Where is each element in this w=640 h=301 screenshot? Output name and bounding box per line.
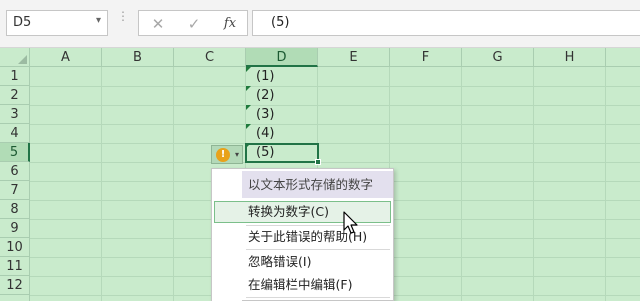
warning-icon: ! [216,148,230,162]
grid-line [30,105,640,106]
row-header-3[interactable]: 3 [0,105,30,124]
formula-bar: D5 ▾ ⋮ ✕ ✓ fx (5) [0,0,640,48]
menu-separator [246,249,390,250]
name-box[interactable]: D5 ▾ [6,10,108,36]
grid-line [30,124,640,125]
pointer-cursor-icon [343,211,358,234]
select-all-corner[interactable] [0,48,30,67]
column-header-f[interactable]: F [390,48,462,67]
row-header-6[interactable]: 6 [0,162,30,181]
row-header-13[interactable] [0,295,30,301]
row-header-11[interactable]: 11 [0,257,30,276]
error-indicator-icon [246,124,251,129]
menu-item-ignore-error[interactable]: 忽略错误(I) [214,251,391,273]
error-indicator-icon [246,67,251,72]
menu-item-edit-in-formula-bar[interactable]: 在编辑栏中编辑(F) [214,274,391,296]
close-icon[interactable]: ✕ [147,14,169,34]
error-indicator-icon [246,105,251,110]
column-header-c[interactable]: C [174,48,246,67]
menu-item-help-on-error[interactable]: 关于此错误的帮助(H) [214,226,391,248]
cell-value: (3) [256,107,275,122]
error-indicator-icon [246,86,251,91]
name-box-value: D5 [13,15,32,30]
grid-line [30,143,640,144]
active-cell-border [245,143,319,163]
fill-handle[interactable] [315,159,321,165]
cell-d2[interactable]: (2) [246,86,318,105]
grid-line [533,67,534,301]
grid-line [173,67,174,301]
grid-line [461,67,462,301]
grid-line [605,67,606,301]
cell-value: (4) [256,126,275,141]
function-icon[interactable]: fx [219,14,241,34]
column-header-d[interactable]: D [246,48,318,67]
formula-value: (5) [271,15,290,30]
formula-input[interactable]: (5) [252,10,640,36]
row-header-10[interactable]: 10 [0,238,30,257]
error-smart-tag-button[interactable]: ! ▾ [211,145,243,164]
cell-value: (2) [256,88,275,103]
cell-d4[interactable]: (4) [246,124,318,143]
column-header-a[interactable]: A [30,48,102,67]
column-header-i[interactable] [606,48,640,67]
drag-handle-icon[interactable]: ⋮ [117,10,129,33]
cell-d1[interactable]: (1) [246,67,318,86]
chevron-down-icon[interactable]: ▾ [96,15,101,26]
row-header-5[interactable]: 5 [0,143,30,162]
row-header-7[interactable]: 7 [0,181,30,200]
row-header-8[interactable]: 8 [0,200,30,219]
menu-item-convert-to-number[interactable]: 转换为数字(C) [214,201,391,223]
row-header-1[interactable]: 1 [0,67,30,86]
row-header-9[interactable]: 9 [0,219,30,238]
row-header-4[interactable]: 4 [0,124,30,143]
formula-buttons: ✕ ✓ fx [138,10,248,36]
chevron-down-icon: ▾ [234,150,239,159]
menu-separator [246,297,390,298]
select-all-icon [18,55,27,64]
column-header-h[interactable]: H [534,48,606,67]
column-header-g[interactable]: G [462,48,534,67]
menu-header: 以文本形式存储的数字 [242,171,393,198]
cell-d3[interactable]: (3) [246,105,318,124]
row-header-2[interactable]: 2 [0,86,30,105]
grid-line [30,162,640,163]
error-options-menu: 以文本形式存储的数字 转换为数字(C) 关于此错误的帮助(H) 忽略错误(I) … [211,168,394,301]
row-header-12[interactable]: 12 [0,276,30,295]
check-icon[interactable]: ✓ [183,14,205,34]
grid-line [101,67,102,301]
column-header-b[interactable]: B [102,48,174,67]
cell-value: (1) [256,69,275,84]
column-header-e[interactable]: E [318,48,390,67]
grid-line [30,86,640,87]
